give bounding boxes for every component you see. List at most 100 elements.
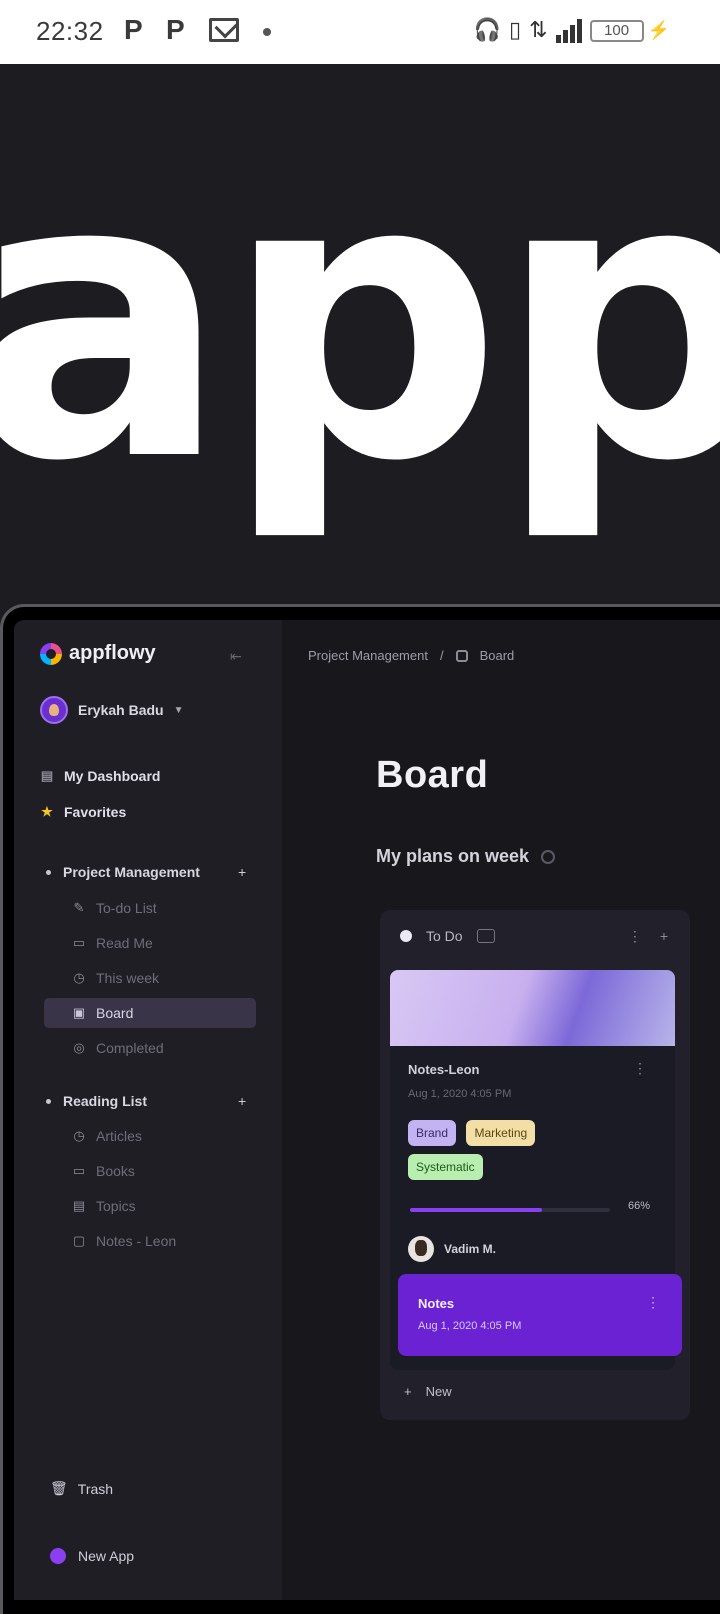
progress-fill <box>410 1208 542 1212</box>
assignee-name: Vadim M. <box>444 1242 497 1256</box>
battery-icon: 100 <box>589 19 644 42</box>
collapse-sidebar-icon[interactable]: ⇤ <box>230 648 242 665</box>
more-vertical-icon[interactable]: ⋮ <box>628 928 642 945</box>
sidebar-item-books[interactable]: ▭ Books <box>72 1163 135 1179</box>
vibrate-icon: ▯ <box>509 18 522 43</box>
subtitle-text: My plans on week <box>376 846 530 866</box>
status-dot-icon <box>400 930 412 942</box>
column-count-badge <box>476 929 495 943</box>
calendar-icon: ◷ <box>73 970 85 985</box>
card-title: Notes-Leon <box>408 1062 480 1077</box>
trash-icon: 🗑 <box>50 1480 68 1496</box>
new-label: New <box>425 1384 452 1399</box>
parking-app-notification-icon: P <box>124 14 143 45</box>
sidebar-item-dashboard[interactable]: ▤ My Dashboard <box>40 768 161 784</box>
check-circle-icon: ◎ <box>73 1040 85 1055</box>
pencil-icon: ✎ <box>73 900 85 915</box>
app-name: appflowy <box>69 642 156 664</box>
column-title: To Do <box>426 928 463 944</box>
status-time: 22:32 <box>36 16 104 46</box>
breadcrumb-separator: / <box>439 648 444 663</box>
breadcrumb-item[interactable]: Project Management <box>308 648 428 663</box>
board-icon <box>455 649 468 662</box>
add-page-icon[interactable]: + <box>238 864 246 880</box>
progress-bar <box>410 1208 610 1212</box>
article-icon: ◷ <box>73 1128 85 1143</box>
sidebar-item-topics[interactable]: ▤ Topics <box>72 1198 136 1214</box>
add-new-card-button[interactable]: + New <box>404 1384 452 1399</box>
sidebar-section-reading-list[interactable]: Reading List <box>46 1093 147 1109</box>
sidebar-item-label: Read Me <box>96 935 153 951</box>
sidebar-item-articles[interactable]: ◷ Articles <box>72 1128 142 1144</box>
new-app-button[interactable]: New App <box>50 1548 134 1564</box>
sidebar-item-todo[interactable]: ✎ To-do List <box>72 900 157 916</box>
sidebar-item-board[interactable]: ▣ Board <box>72 1005 134 1021</box>
breadcrumb: Project Management / Board <box>308 648 514 663</box>
book-icon: ▭ <box>72 1163 86 1178</box>
chevron-down-icon: ▼ <box>173 704 184 716</box>
board-icon: ▣ <box>72 1005 86 1020</box>
headphones-icon: 🎧 <box>473 18 502 43</box>
note-icon: ▢ <box>72 1233 86 1248</box>
sidebar-item-label: Books <box>96 1163 135 1179</box>
sidebar-item-readme[interactable]: ▭ Read Me <box>72 935 153 951</box>
user-name: Erykah Badu <box>78 702 164 718</box>
sidebar-item-label: Favorites <box>64 804 127 820</box>
sidebar-item-label: Notes - Leon <box>96 1233 177 1249</box>
info-icon[interactable] <box>541 849 556 864</box>
sidebar-item-completed[interactable]: ◎ Completed <box>72 1040 164 1056</box>
sidebar-item-this-week[interactable]: ◷ This week <box>72 970 159 986</box>
doc-icon: ▭ <box>72 935 86 950</box>
tag-marketing: Marketing <box>466 1120 536 1146</box>
bullet-icon <box>46 1098 51 1104</box>
sidebar-item-trash[interactable]: 🗑 Trash <box>50 1480 113 1497</box>
card-cover-image <box>390 970 675 1046</box>
sidebar-item-label: To-do List <box>96 900 157 916</box>
data-transfer-icon: ⇅ <box>529 18 548 43</box>
progress-label: 66% <box>628 1200 651 1212</box>
charging-icon: ⚡ <box>647 20 670 40</box>
sidebar-item-label: Board <box>96 1005 134 1021</box>
sidebar-item-label: Completed <box>96 1040 164 1056</box>
avatar <box>40 696 68 724</box>
appflowy-logo-icon <box>40 642 62 665</box>
bullet-icon <box>46 869 51 875</box>
gmail-icon <box>209 18 239 42</box>
board-subtitle: My plans on week <box>376 846 556 867</box>
sidebar-item-notes-leon[interactable]: ▢ Notes - Leon <box>72 1233 176 1249</box>
page-title: Board <box>376 754 489 796</box>
sidebar-item-label: My Dashboard <box>64 768 161 784</box>
sidebar-item-label: Topics <box>96 1198 136 1214</box>
plus-circle-icon <box>50 1548 66 1564</box>
section-label: Project Management <box>63 864 200 880</box>
sidebar-item-favorites[interactable]: ★ Favorites <box>40 804 126 820</box>
sidebar-item-label: This week <box>96 970 160 986</box>
status-right-group: 🎧 ▯ ⇅ 100 ⚡ <box>474 18 670 43</box>
sidebar-item-label: Articles <box>96 1128 142 1144</box>
more-vertical-icon[interactable]: ⋮ <box>646 1294 660 1311</box>
add-card-icon[interactable]: + <box>660 928 668 945</box>
breadcrumb-item[interactable]: Board <box>480 648 515 663</box>
card-tags: Brand Marketing Systematic <box>408 1120 668 1188</box>
more-notifications-dot-icon <box>263 28 271 36</box>
user-switcher[interactable]: Erykah Badu ▼ <box>40 696 184 724</box>
star-icon: ★ <box>41 804 53 819</box>
card-date: Aug 1, 2020 4:05 PM <box>418 1320 522 1332</box>
plus-icon: + <box>404 1384 412 1399</box>
column-header: To Do <box>400 928 495 944</box>
parking-app-notification-icon: P <box>166 14 185 45</box>
status-bar: 22:32 P P 🎧 ▯ ⇅ 100 ⚡ <box>0 0 720 64</box>
tag-systematic: Systematic <box>408 1154 483 1180</box>
board-card-selected[interactable]: Notes ⋮ Aug 1, 2020 4:05 PM <box>398 1274 682 1356</box>
new-app-label: New App <box>78 1548 135 1564</box>
app-logo: appflowy <box>40 642 156 665</box>
dashboard-icon: ▤ <box>40 768 54 783</box>
avatar <box>408 1236 434 1262</box>
sidebar-section-project-management[interactable]: Project Management <box>46 864 200 880</box>
sidebar: appflowy ⇤ Erykah Badu ▼ ▤ My Dashboard … <box>14 620 282 1600</box>
hero-banner: appf <box>0 64 720 604</box>
add-page-icon[interactable]: + <box>238 1093 246 1109</box>
more-vertical-icon[interactable]: ⋮ <box>633 1060 647 1077</box>
hero-wordmark: appf <box>0 92 720 546</box>
tag-brand: Brand <box>408 1120 457 1146</box>
